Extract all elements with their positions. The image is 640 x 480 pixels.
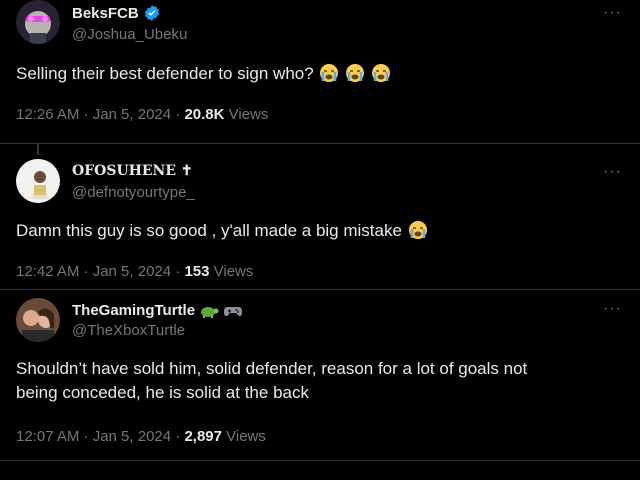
author-name[interactable]: OFOSUHENE ✝ [72,163,193,179]
divider [0,143,640,144]
post-ofosuhene[interactable]: OFOSUHENE ✝ @defnotyourtype_ ··· Damn th… [0,155,640,285]
author-handle[interactable]: @TheXboxTurtle [72,322,185,339]
author-name[interactable]: BeksFCB [72,5,139,22]
avatar[interactable] [16,159,60,203]
more-options-button[interactable]: ··· [603,163,622,181]
more-options-button[interactable]: ··· [603,300,622,318]
loudly-crying-face-icon [346,64,365,82]
timestamp[interactable]: 12:07 AM · Jan 5, 2024 · [16,428,184,445]
avatar-image [16,0,60,44]
views-count: 20.8K [184,106,225,123]
loudly-crying-face-icon [371,64,390,82]
timestamp[interactable]: 12:42 AM · Jan 5, 2024 · [16,263,184,280]
views-count: 2,897 [184,428,222,445]
author-row: TheGamingTurtle [72,302,243,319]
author-name[interactable]: TheGamingTurtle [72,302,195,319]
turtle-icon [201,306,219,318]
views-label: Views [209,263,254,280]
views-count: 153 [184,263,210,280]
avatar[interactable] [16,0,60,44]
post-beksfcb[interactable]: BeksFCB @Joshua_Ubeku ··· Selling their … [0,0,640,155]
loudly-crying-face-icon [320,64,339,82]
divider [0,289,640,290]
verified-badge-icon [144,5,159,21]
post-text-content: Selling their best defender to sign who? [16,64,314,83]
post-meta: 12:42 AM · Jan 5, 2024 · 153 Views [16,263,253,280]
author-handle[interactable]: @defnotyourtype_ [72,184,195,201]
post-meta: 12:07 AM · Jan 5, 2024 · 2,897 Views [16,428,266,445]
avatar-image [16,298,60,342]
post-text: Selling their best defender to sign who? [16,62,600,86]
post-text-content: Damn this guy is so good , y'all made a … [16,221,402,240]
avatar[interactable] [16,298,60,342]
author-row: BeksFCB [72,4,161,22]
timestamp[interactable]: 12:26 AM · Jan 5, 2024 · [16,106,184,123]
post-text-line: Shouldn’t have sold him, solid defender,… [16,359,528,378]
thread-line [37,143,39,155]
post-text: Damn this guy is so good , y'all made a … [16,219,600,243]
gamepad-icon [224,306,243,316]
author-handle[interactable]: @Joshua_Ubeku [72,26,187,43]
more-options-button[interactable]: ··· [603,4,622,22]
loudly-crying-face-icon [408,221,427,239]
post-text-line: being conceded, he is solid at the back [16,383,309,402]
views-label: Views [224,106,269,123]
post-text: Shouldn’t have sold him, solid defender,… [16,357,600,405]
post-meta: 12:26 AM · Jan 5, 2024 · 20.8K Views [16,106,268,123]
avatar-image [16,159,60,203]
author-row: OFOSUHENE ✝ [72,163,193,179]
views-label: Views [221,428,266,445]
post-thegamingturtle[interactable]: TheGamingTurtle @TheXboxTurtle ··· Shoul… [0,296,640,480]
divider [0,460,640,461]
